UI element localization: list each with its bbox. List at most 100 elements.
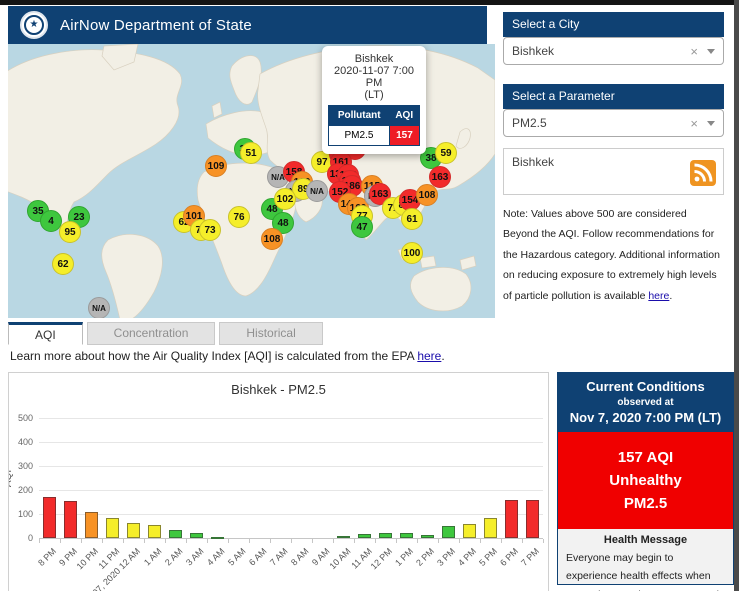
- chart-bar[interactable]: [190, 533, 203, 538]
- window-top-edge: [0, 0, 739, 5]
- chart-x-tick-label: 4 PM: [457, 546, 479, 568]
- chart-bar[interactable]: [421, 535, 434, 538]
- tab-historical[interactable]: Historical: [219, 322, 322, 345]
- sidebar: Select a City Bishkek × Select a Paramet…: [503, 12, 724, 306]
- aqi-marker[interactable]: 73: [199, 219, 221, 241]
- chart-x-tick: [543, 539, 544, 543]
- aqi-marker[interactable]: 95: [59, 221, 81, 243]
- note-before: Note: Values above 500 are considered Be…: [503, 208, 720, 302]
- chart-x-tick: [270, 539, 271, 543]
- aqi-chart-panel: Bishkek - PM2.5 AQI01002003004005008 PM9…: [8, 372, 549, 591]
- chart-x-tick: [375, 539, 376, 543]
- rss-icon[interactable]: [690, 160, 716, 186]
- chart-x-tick: [501, 539, 502, 543]
- chart-bar[interactable]: [337, 536, 350, 538]
- current-aqi-block: 157 AQI Unhealthy PM2.5: [558, 432, 733, 529]
- aqi-marker[interactable]: 163: [429, 166, 451, 188]
- chart-bar[interactable]: [127, 523, 140, 538]
- chart-x-tick-label: 8 PM: [37, 546, 59, 568]
- parameter-chevron-down-icon[interactable]: [707, 121, 715, 126]
- aqi-marker[interactable]: 47: [351, 216, 373, 238]
- aqi-marker[interactable]: 51: [240, 142, 262, 164]
- note-here-link[interactable]: here: [648, 290, 669, 302]
- app-header: ★ AirNow Department of State: [8, 6, 487, 44]
- chart-gridline: [39, 514, 543, 515]
- chart-gridline: [39, 490, 543, 491]
- chart-bar[interactable]: [505, 500, 518, 538]
- app-window: ★ AirNow Department of State: [0, 0, 739, 591]
- aqi-marker[interactable]: 102: [274, 188, 296, 210]
- learn-more-after: .: [441, 349, 444, 363]
- chart-bar[interactable]: [358, 534, 371, 538]
- chart-bar[interactable]: [442, 526, 455, 538]
- aqi-marker[interactable]: N/A: [306, 180, 328, 202]
- chart-bar[interactable]: [148, 525, 161, 538]
- chart-x-tick: [123, 539, 124, 543]
- aqi-marker[interactable]: 62: [52, 253, 74, 275]
- chart-x-tick: [312, 539, 313, 543]
- chart-x-tick: [522, 539, 523, 543]
- popup-datetime: 2020-11-07 7:00 PM: [328, 65, 420, 89]
- world-map[interactable]: 354239562N/A1093551621017573764848108N/A…: [8, 44, 495, 318]
- aqi-marker[interactable]: 108: [416, 184, 438, 206]
- chart-x-tick-label: 2 AM: [163, 546, 185, 568]
- tab-concentration[interactable]: Concentration: [87, 322, 216, 345]
- select-city-header: Select a City: [503, 12, 724, 37]
- chart-x-tick-label: 10 PM: [75, 546, 100, 571]
- chart-x-tick: [438, 539, 439, 543]
- chart-bar[interactable]: [64, 501, 77, 538]
- page-title: AirNow Department of State: [60, 17, 252, 34]
- chart-x-tick-label: 2 PM: [415, 546, 437, 568]
- chart-x-tick: [480, 539, 481, 543]
- current-aqi-category: Unhealthy: [558, 472, 733, 489]
- aqi-marker[interactable]: 59: [435, 142, 457, 164]
- aqi-marker[interactable]: 108: [261, 228, 283, 250]
- aqi-marker[interactable]: 76: [228, 206, 250, 228]
- chart-x-tick: [249, 539, 250, 543]
- aqi-marker[interactable]: 100: [401, 242, 423, 264]
- chart-x-tick-label: 10 AM: [327, 546, 352, 571]
- chart-x-tick: [60, 539, 61, 543]
- chart-bar[interactable]: [484, 518, 497, 538]
- current-conditions-title: Current Conditions: [562, 379, 729, 394]
- epa-here-link[interactable]: here: [417, 349, 441, 363]
- chart-x-tick: [186, 539, 187, 543]
- chart-x-tick: [207, 539, 208, 543]
- observed-at-value: Nov 7, 2020 7:00 PM (LT): [562, 410, 729, 425]
- chart-bar[interactable]: [463, 524, 476, 538]
- chart-bar[interactable]: [43, 497, 56, 538]
- map-popup: Bishkek 2020-11-07 7:00 PM (LT) Pollutan…: [322, 46, 426, 154]
- chart-x-tick-label: 4 AM: [205, 546, 227, 568]
- chart-x-tick-label: 8 AM: [289, 546, 311, 568]
- popup-col-aqi: AQI: [389, 106, 419, 126]
- chart-x-tick: [144, 539, 145, 543]
- chart-x-tick-label: 7 PM: [520, 546, 542, 568]
- parameter-select[interactable]: PM2.5 ×: [503, 109, 724, 137]
- aqi-marker[interactable]: 109: [205, 155, 227, 177]
- chart-bar[interactable]: [400, 533, 413, 538]
- aqi-marker[interactable]: N/A: [88, 297, 110, 318]
- chart-bar[interactable]: [526, 500, 539, 538]
- popup-city: Bishkek: [328, 53, 420, 65]
- chart-x-tick: [291, 539, 292, 543]
- chart-bar[interactable]: [379, 533, 392, 538]
- parameter-clear-icon[interactable]: ×: [683, 116, 705, 131]
- chart-bar[interactable]: [85, 512, 98, 538]
- chart-bar[interactable]: [106, 518, 119, 538]
- city-select[interactable]: Bishkek ×: [503, 37, 724, 65]
- city-select-value: Bishkek: [512, 44, 683, 58]
- chart-x-tick: [81, 539, 82, 543]
- chart-x-tick-label: 6 AM: [247, 546, 269, 568]
- chart-x-tick-label: 7 AM: [268, 546, 290, 568]
- city-clear-icon[interactable]: ×: [683, 44, 705, 59]
- parameter-select-value: PM2.5: [512, 116, 683, 130]
- chart-bar[interactable]: [169, 530, 182, 538]
- city-chevron-down-icon[interactable]: [707, 49, 715, 54]
- chart-bar[interactable]: [211, 537, 224, 539]
- chart-x-tick-label: 6 PM: [499, 546, 521, 568]
- tab-aqi[interactable]: AQI: [8, 322, 83, 345]
- aqi-marker[interactable]: 61: [401, 208, 423, 230]
- chart-x-tick: [333, 539, 334, 543]
- chart-x-tick-label: 5 PM: [478, 546, 500, 568]
- chart-gridline: [39, 442, 543, 443]
